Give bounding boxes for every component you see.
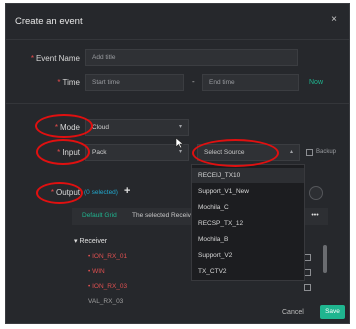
- close-icon[interactable]: ×: [331, 14, 337, 25]
- source-dropdown: RECEIJ_TX10 Support_V1_New Mochila_C REC…: [191, 164, 305, 281]
- more-icon[interactable]: •••: [306, 210, 324, 223]
- tree-item-checkbox[interactable]: [304, 254, 311, 261]
- annotation-ellipse-input: [36, 139, 90, 165]
- search-icon[interactable]: [309, 186, 323, 200]
- event-name-label: * Event Name: [20, 54, 80, 63]
- receiver-tree-label: Receiver: [79, 238, 108, 245]
- dialog-header: Create an event ×: [6, 4, 349, 40]
- chevron-up-icon: ▴: [289, 149, 293, 155]
- divider: [6, 103, 349, 104]
- annotation-ellipse-mode: [35, 114, 93, 138]
- tree-item[interactable]: • WIN: [88, 268, 105, 275]
- source-option[interactable]: Support_V2: [192, 248, 304, 263]
- source-option[interactable]: Mochila_C: [192, 200, 304, 215]
- tree-item-label: WIN: [92, 268, 105, 275]
- source-option[interactable]: Support_V1_New: [192, 184, 304, 199]
- tree-item-label: VAL_RX_03: [88, 298, 124, 305]
- tree-item-checkbox[interactable]: [304, 284, 311, 291]
- end-time-input[interactable]: End time: [202, 74, 299, 91]
- save-button[interactable]: Save: [320, 305, 345, 319]
- tree-item-label: ION_RX_01: [92, 253, 128, 260]
- event-name-label-text: Event Name: [35, 54, 80, 63]
- receiver-tree-header[interactable]: ▾ Receiver: [74, 237, 107, 245]
- time-separator: -: [192, 77, 195, 86]
- mode-value: Cloud: [92, 124, 109, 131]
- start-time-input[interactable]: Start time: [85, 74, 184, 91]
- add-output-icon[interactable]: +: [124, 185, 130, 197]
- tab-default-grid[interactable]: Default Grid: [82, 212, 117, 219]
- now-link[interactable]: Now: [309, 79, 323, 86]
- annotation-ellipse-output: [36, 182, 83, 204]
- event-name-input[interactable]: Add title: [85, 49, 298, 66]
- input-type-value: Pack: [92, 149, 107, 156]
- tab-selected-receiver[interactable]: The selected Receiver: [132, 212, 197, 219]
- chevron-down-icon: ▾: [178, 124, 182, 130]
- caret-down-icon: ▾: [74, 238, 78, 245]
- source-option[interactable]: Mochila_B: [192, 232, 304, 247]
- source-option[interactable]: RECEIJ_TX10: [192, 168, 304, 183]
- time-label: * Time: [20, 78, 80, 87]
- required-marker: *: [57, 78, 61, 87]
- tree-item[interactable]: • ION_RX_01: [88, 253, 127, 260]
- tree-item-checkbox[interactable]: [304, 269, 311, 276]
- backup-label: Backup: [316, 149, 337, 155]
- source-option[interactable]: RECSP_TX_12: [192, 216, 304, 231]
- tree-item[interactable]: • ION_RX_03: [88, 283, 127, 290]
- cancel-button[interactable]: Cancel: [282, 309, 304, 316]
- tree-item-label: ION_RX_03: [92, 283, 128, 290]
- annotation-ellipse-source: [192, 139, 279, 167]
- mouse-cursor-icon: [175, 137, 184, 149]
- backup-checkbox[interactable]: [306, 149, 313, 156]
- required-marker: *: [30, 54, 34, 63]
- create-event-dialog: Create an event × * Event Name Add title …: [5, 3, 350, 324]
- dialog-title: Create an event: [15, 16, 83, 27]
- scrollbar[interactable]: [323, 245, 327, 273]
- input-type-select[interactable]: Pack ▾: [85, 144, 189, 161]
- mode-select[interactable]: Cloud ▾: [85, 119, 189, 136]
- tree-item[interactable]: VAL_RX_03: [88, 298, 123, 305]
- output-selected-count: (0 selected): [84, 189, 118, 196]
- source-option[interactable]: TX_CTV2: [192, 264, 304, 279]
- time-label-text: Time: [62, 78, 80, 87]
